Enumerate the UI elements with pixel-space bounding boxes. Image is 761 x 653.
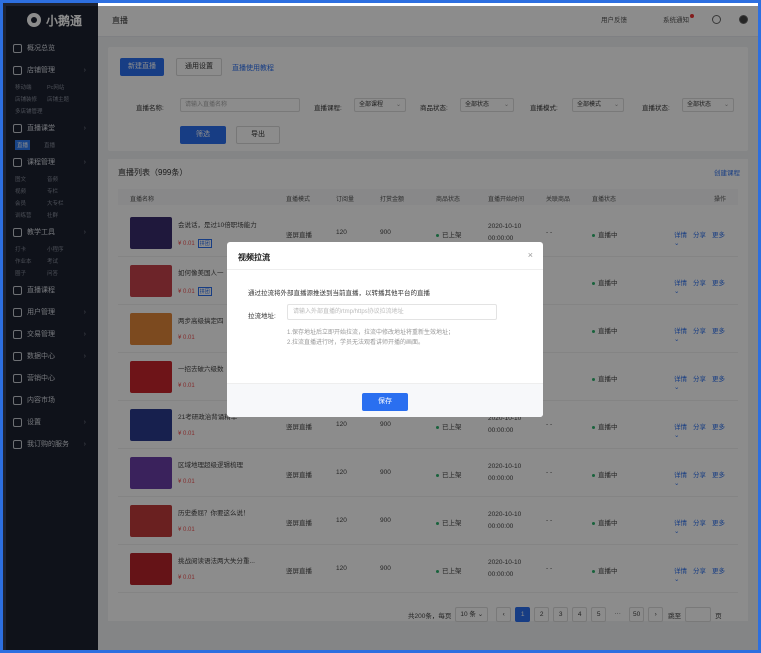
modal-tips: 1.保存地址后立即开始拉流，拉流中修改地址将重新生效地址； 2.拉流直播进行时，…	[287, 328, 454, 348]
modal-header: 视频拉流 ×	[227, 242, 543, 270]
modal-footer: 保存	[227, 383, 543, 417]
pull-url-input[interactable]: 请输入外部直播的rtmp/https协议拉流地址	[287, 304, 497, 320]
modal-title: 视频拉流	[238, 253, 270, 262]
modal-tip-line: 2.拉流直播进行时，学员无法观看讲师开播的画面。	[287, 340, 425, 346]
save-button[interactable]: 保存	[362, 393, 408, 411]
close-icon[interactable]: ×	[528, 250, 533, 260]
modal-tip-line: 1.保存地址后立即开始拉流，拉流中修改地址将重新生效地址；	[287, 330, 455, 336]
pull-url-label: 拉流地址:	[248, 313, 276, 320]
modal-description: 通过拉流将外部直播源推送到当前直播，以转播其他平台的直播	[248, 290, 430, 297]
video-pull-modal: 视频拉流 × 通过拉流将外部直播源推送到当前直播，以转播其他平台的直播 拉流地址…	[227, 242, 543, 417]
app-frame: 小鹅通 概况总览 店铺管理 › 移动端 Pc网站 店铺装修 店铺主题 多店铺管理…	[0, 0, 761, 653]
